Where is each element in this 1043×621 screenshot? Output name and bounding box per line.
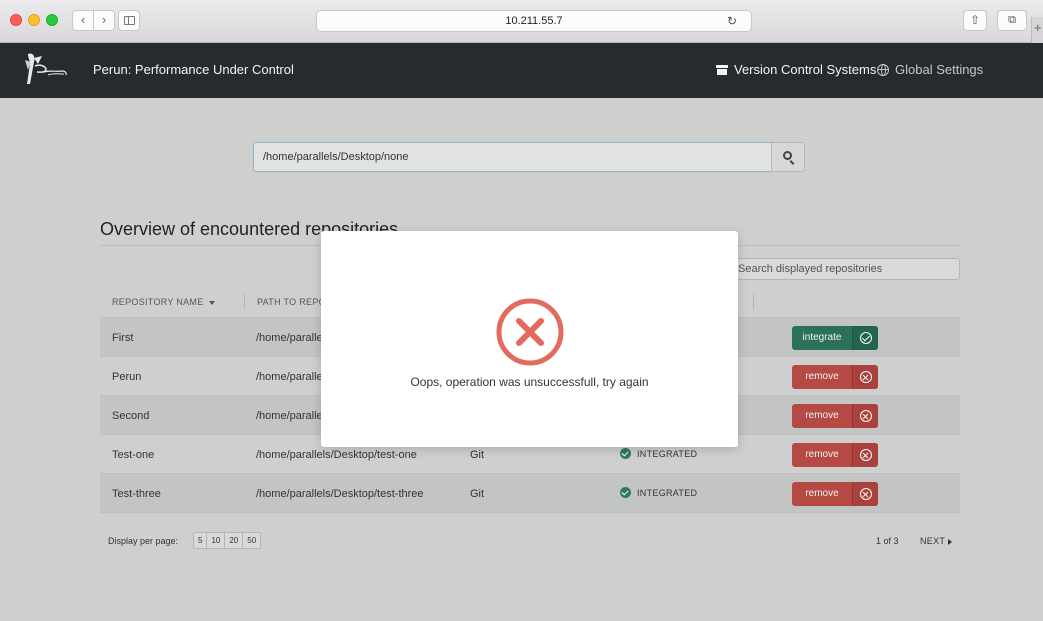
chevron-right-icon: › <box>101 12 107 27</box>
url-text: 10.211.55.7 <box>505 15 563 27</box>
new-tab-button[interactable]: + <box>1031 17 1043 43</box>
divider <box>100 512 960 513</box>
close-window-button[interactable] <box>10 14 22 26</box>
status-badge: INTEGRATED <box>620 448 697 459</box>
check-circle-icon <box>620 448 631 459</box>
repo-path: /home/paralle <box>256 410 323 422</box>
repo-path: /home/paralle <box>256 332 323 344</box>
status-label: INTEGRATED <box>637 448 698 459</box>
page-indicator: 1 of 3 <box>876 536 899 546</box>
remove-button[interactable]: remove <box>792 365 878 389</box>
reload-icon[interactable]: ↻ <box>727 11 737 31</box>
error-modal: Oops, operation was unsuccessfull, try a… <box>321 231 738 447</box>
tabs-icon: ⧉ <box>1008 14 1016 26</box>
repo-vcs: Git <box>470 488 485 500</box>
archive-icon <box>716 64 728 75</box>
caret-right-icon <box>948 538 953 545</box>
column-separator <box>753 293 754 309</box>
close-circle-icon <box>860 488 872 500</box>
close-circle-icon <box>860 449 872 461</box>
app-title[interactable]: Perun: Performance Under Control <box>93 62 294 77</box>
per-page-option[interactable]: 20 <box>225 533 244 548</box>
per-page-option[interactable]: 10 <box>207 533 226 548</box>
per-page-selector: 5 10 20 50 <box>193 532 262 549</box>
per-page-option[interactable]: 5 <box>194 533 208 548</box>
integrate-button-label: integrate <box>802 332 842 343</box>
share-button[interactable]: ⇧ <box>963 10 987 31</box>
perun-logo[interactable] <box>22 50 70 90</box>
sidebar-toggle-button[interactable] <box>118 10 140 31</box>
close-circle-icon <box>860 371 872 383</box>
nav-global-label: Global Settings <box>895 62 984 77</box>
per-page-option[interactable]: 50 <box>243 533 260 548</box>
per-page-label: Display per page: <box>108 536 179 546</box>
repo-vcs: Git <box>470 449 485 461</box>
column-header-label: REPOSITORY NAME <box>112 297 204 307</box>
remove-button-label: remove <box>805 449 839 460</box>
zoom-window-button[interactable] <box>46 14 58 26</box>
remove-button[interactable]: remove <box>792 482 878 506</box>
app-navbar: Perun: Performance Under Control Version… <box>0 43 1043 98</box>
check-circle-icon <box>620 487 631 498</box>
repo-name: First <box>112 332 134 344</box>
modal-message: Oops, operation was unsuccessfull, try a… <box>410 375 649 389</box>
search-button[interactable] <box>771 142 805 172</box>
repository-path-input[interactable]: /home/parallels/Desktop/none <box>253 142 772 172</box>
search-icon <box>783 151 792 160</box>
back-button[interactable]: ‹ <box>72 10 94 31</box>
table-row: Test-three /home/parallels/Desktop/test-… <box>100 473 960 512</box>
repo-path: /home/parallels/Desktop/test-three <box>256 488 424 500</box>
share-icon: ⇧ <box>969 13 981 27</box>
column-header-path[interactable]: PATH TO REPO <box>257 297 326 307</box>
remove-button-label: remove <box>805 488 839 499</box>
forward-button[interactable]: › <box>93 10 115 31</box>
next-page-button[interactable]: NEXT <box>920 536 953 546</box>
column-header-label: PATH TO REPO <box>257 297 326 307</box>
browser-toolbar: ‹ › 10.211.55.7 ↻ ⇧ ⧉ + <box>0 0 1043 43</box>
nav-version-control-systems[interactable]: Version Control Systems <box>716 62 876 77</box>
repo-name: Perun <box>112 371 142 383</box>
repo-name: Test-one <box>112 449 155 461</box>
column-header-repository-name[interactable]: REPOSITORY NAME <box>112 297 215 307</box>
globe-icon <box>877 63 889 76</box>
repo-name: Second <box>112 410 150 422</box>
repo-path: /home/paralle <box>256 371 323 383</box>
nav-vcs-label: Version Control Systems <box>734 62 877 77</box>
minimize-window-button[interactable] <box>28 14 40 26</box>
integrate-button[interactable]: integrate <box>792 326 878 350</box>
sidebar-icon <box>123 16 135 25</box>
chevron-left-icon: ‹ <box>80 12 86 27</box>
check-circle-icon <box>860 332 872 344</box>
error-x-circle-icon <box>496 298 564 366</box>
repo-name: Test-three <box>112 488 161 500</box>
nav-global-settings[interactable]: Global Settings <box>877 62 983 77</box>
remove-button-label: remove <box>805 371 839 382</box>
next-page-label: NEXT <box>920 536 946 546</box>
status-label: INTEGRATED <box>637 487 698 498</box>
tab-overview-button[interactable]: ⧉ <box>997 10 1027 31</box>
repo-path: /home/parallels/Desktop/test-one <box>256 449 417 461</box>
address-bar[interactable]: 10.211.55.7 ↻ <box>316 10 752 32</box>
remove-button[interactable]: remove <box>792 404 878 428</box>
close-circle-icon <box>860 410 872 422</box>
sort-caret-icon <box>208 300 215 305</box>
column-separator <box>244 293 245 309</box>
remove-button[interactable]: remove <box>792 443 878 467</box>
filter-repositories-input[interactable]: Search displayed repositories <box>733 258 960 280</box>
status-badge: INTEGRATED <box>620 487 697 498</box>
plus-icon: + <box>1034 20 1042 35</box>
remove-button-label: remove <box>805 410 839 421</box>
